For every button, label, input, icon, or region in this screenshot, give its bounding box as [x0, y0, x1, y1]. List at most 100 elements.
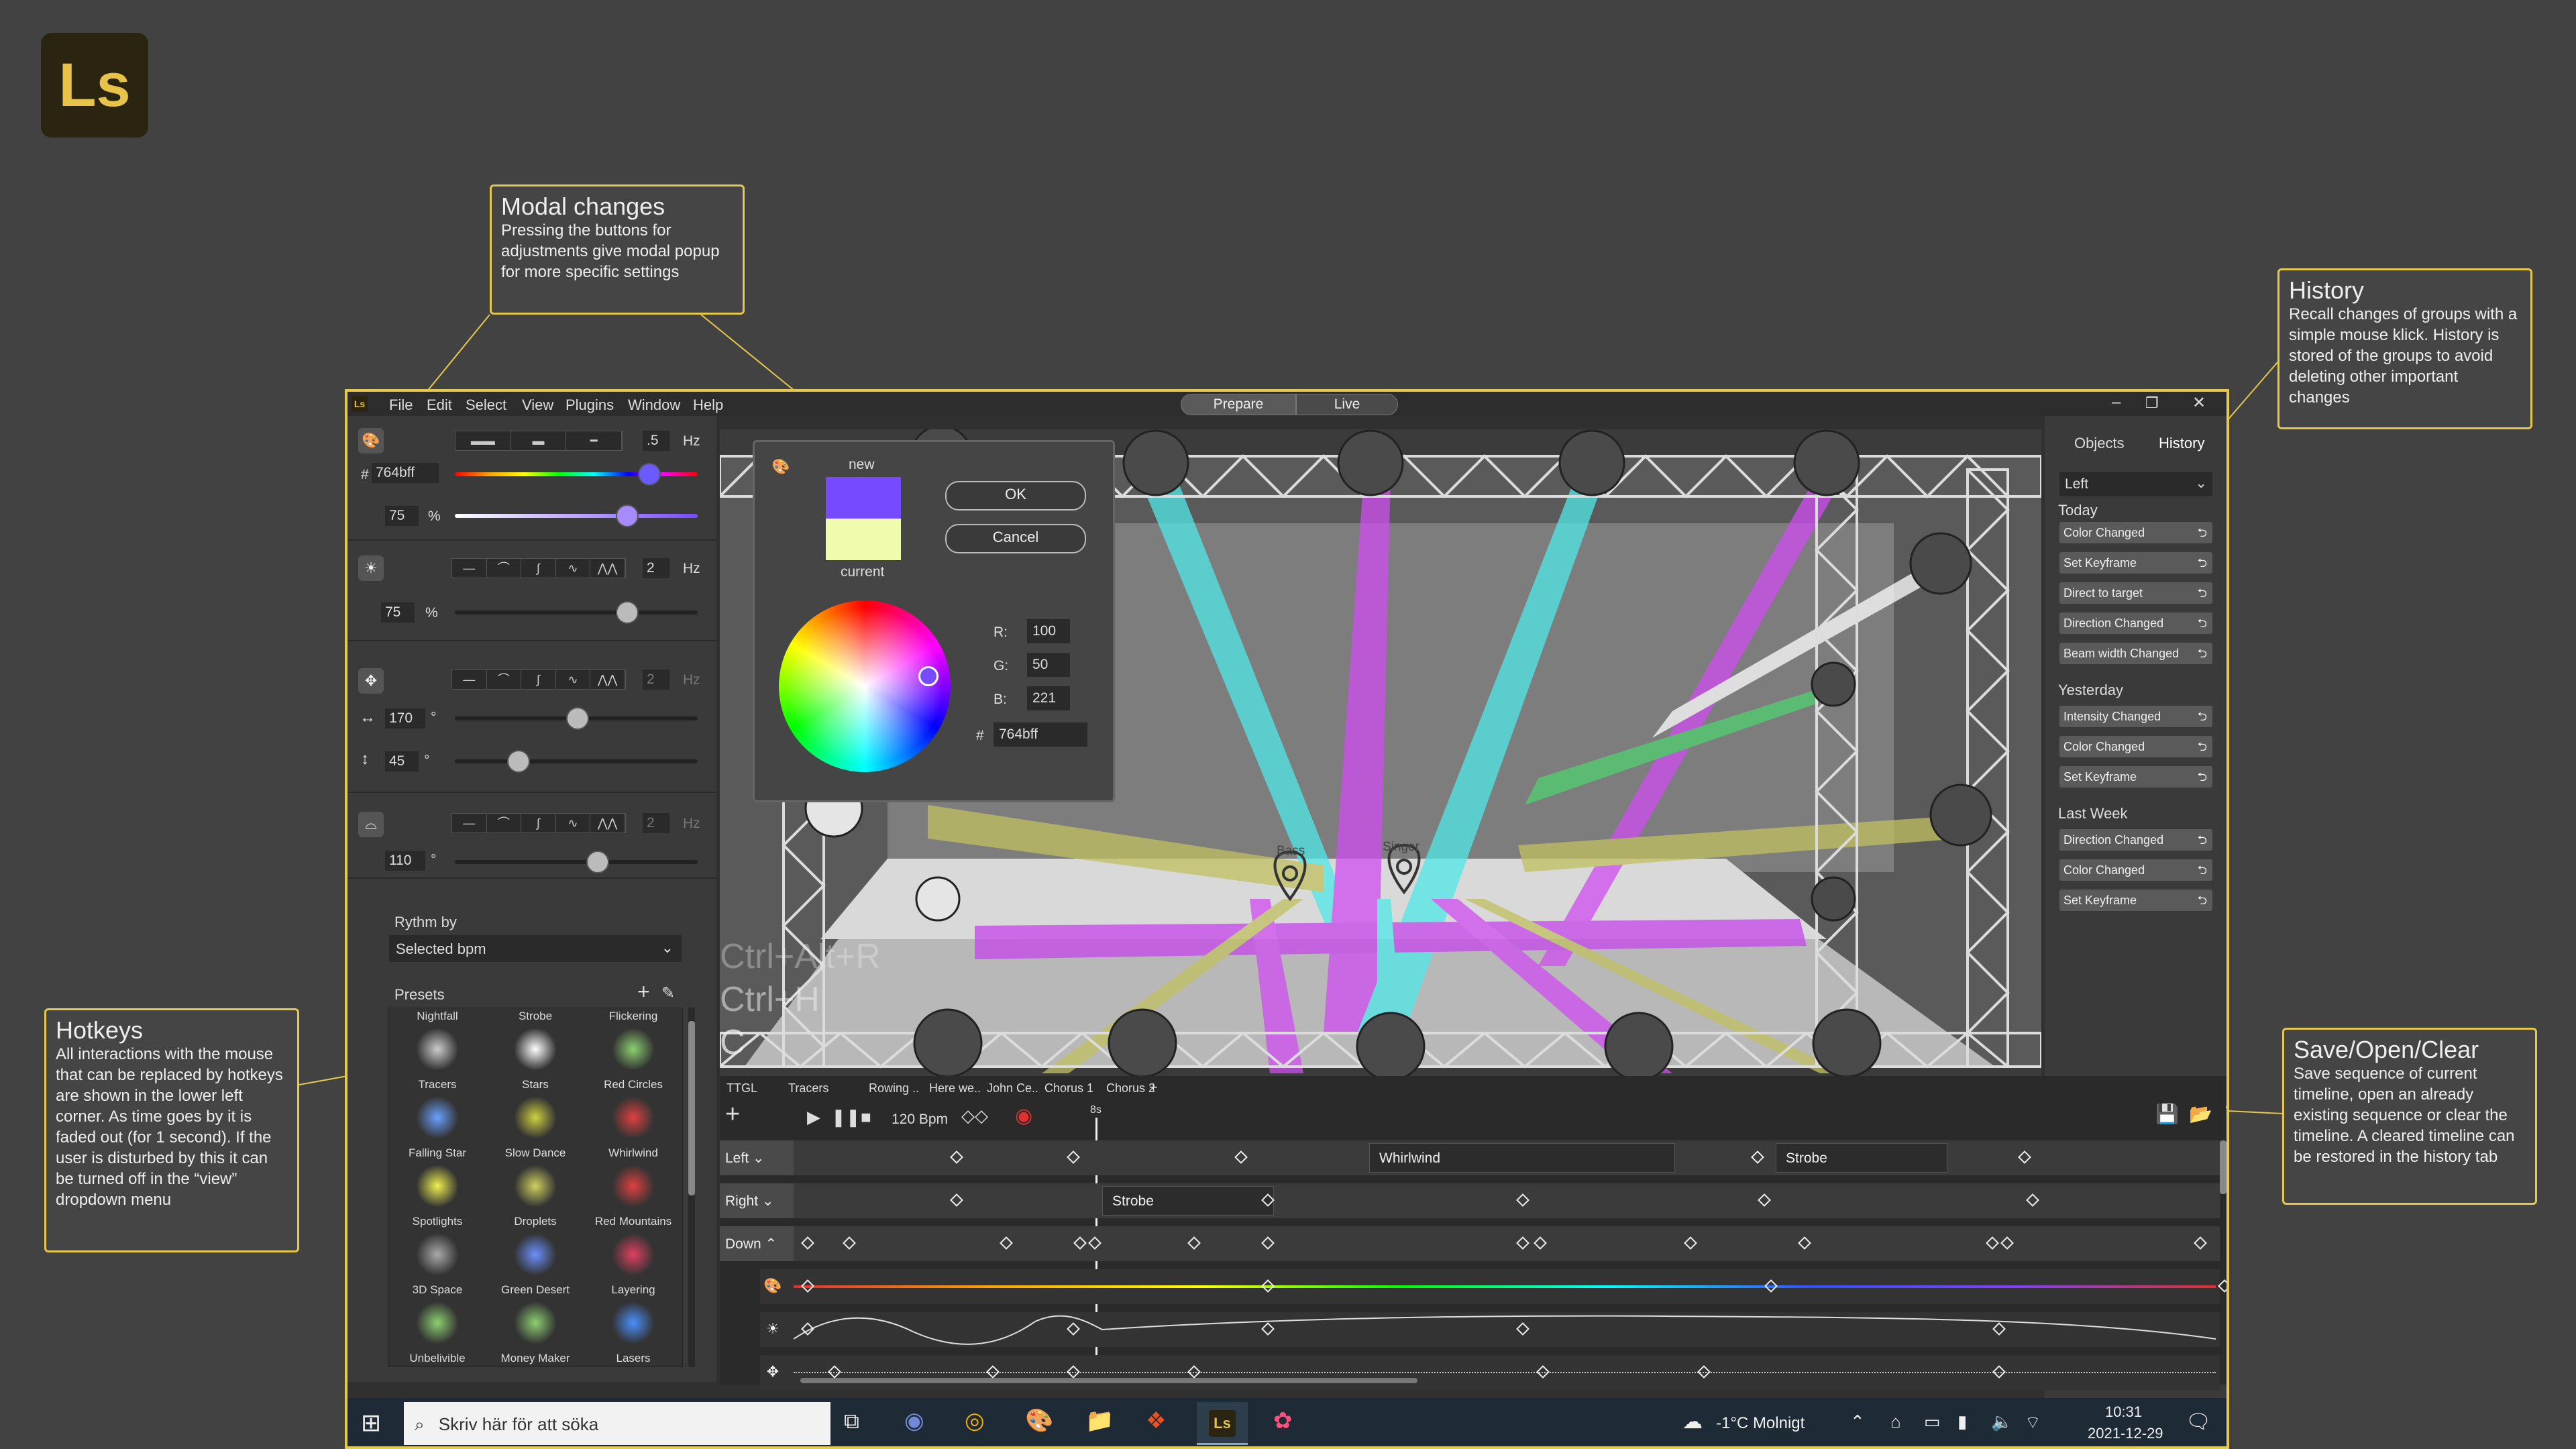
clip-strobe[interactable]: Strobe [1102, 1186, 1274, 1216]
weather-text[interactable]: -1°C Molnigt [1716, 1414, 1805, 1433]
palette-icon[interactable]: 🎨 [358, 428, 384, 453]
ok-button[interactable]: OK [945, 481, 1086, 511]
clock-date[interactable]: 2021-12-29 [2088, 1425, 2163, 1442]
mode-prepare[interactable]: Prepare [1181, 394, 1296, 415]
menu-edit[interactable]: Edit [427, 396, 452, 414]
stop-icon[interactable]: ■ [861, 1107, 871, 1128]
preset-tile[interactable]: Nightfall [388, 1010, 486, 1077]
restore-icon[interactable]: ❐ [2145, 394, 2159, 412]
history-item[interactable]: Color Changed [2059, 859, 2212, 882]
color-wheel[interactable] [779, 600, 951, 772]
clip-strobe[interactable]: Strobe [1776, 1143, 1947, 1173]
color-frequency-input[interactable]: .5 [643, 431, 669, 451]
preset-tile[interactable]: Whirlwind [584, 1146, 682, 1214]
tilt-input[interactable]: 45 [385, 751, 419, 771]
saturation-slider-knob[interactable] [616, 504, 639, 527]
beam-slider-knob[interactable] [586, 851, 609, 873]
file-explorer-icon[interactable]: 📁 [1085, 1407, 1114, 1434]
history-item[interactable]: Direction Changed [2059, 612, 2212, 635]
hue-slider[interactable] [455, 472, 698, 476]
sequence-tab[interactable]: Tracers [788, 1081, 828, 1095]
track-label[interactable]: Left ⌄ [720, 1140, 794, 1175]
mode-live[interactable]: Live [1296, 394, 1398, 415]
track-right[interactable]: Right ⌄ Strobe [720, 1183, 2220, 1218]
creative-cloud-icon[interactable]: ✿ [1273, 1407, 1293, 1434]
add-preset-icon[interactable]: + [637, 979, 650, 1004]
hue-slider-knob[interactable] [638, 463, 661, 486]
intensity-waveform-selector[interactable]: — ⌒ ∫ ∿ ⋀⋀ [451, 558, 626, 578]
intensity-slider[interactable] [455, 610, 698, 614]
open-folder-icon[interactable]: 📂 [2189, 1103, 2212, 1125]
preset-tile[interactable]: Strobe [486, 1010, 584, 1077]
tray-display-icon[interactable]: ▭ [1924, 1411, 1941, 1432]
preset-tile[interactable]: Flickering [584, 1010, 682, 1077]
menu-select[interactable]: Select [466, 396, 506, 414]
trash-icon[interactable]: 🗑 [2222, 1103, 2226, 1125]
history-item[interactable]: Color Changed [2059, 736, 2212, 759]
color-curve-lane[interactable]: 🎨 [760, 1269, 2220, 1304]
group-dropdown[interactable]: Left ⌄ [2059, 472, 2212, 496]
play-icon[interactable]: ▶ [807, 1107, 820, 1128]
save-icon[interactable]: 💾 [2155, 1103, 2179, 1125]
movement-waveform-selector[interactable]: — ⌒ ∫ ∿ ⋀⋀ [451, 669, 626, 690]
preset-tile[interactable]: Slow Dance [486, 1146, 584, 1214]
track-label[interactable]: Down ⌃ [720, 1226, 794, 1261]
tilt-slider[interactable] [455, 759, 698, 763]
preset-tile[interactable]: Falling Star [388, 1146, 486, 1214]
preset-tile[interactable]: Red Circles [584, 1078, 682, 1145]
record-icon[interactable]: ◉ [1015, 1104, 1032, 1128]
discord-icon[interactable]: ◉ [904, 1407, 924, 1434]
beam-waveform-selector[interactable]: — ⌒ ∫ ∿ ⋀⋀ [451, 813, 626, 833]
minimize-icon[interactable]: – [2112, 393, 2121, 412]
preset-scrollbar[interactable] [688, 1008, 695, 1367]
close-icon[interactable]: ✕ [2192, 393, 2206, 413]
red-input[interactable]: 100 [1027, 619, 1070, 643]
clip-whirlwind[interactable]: Whirlwind [1369, 1143, 1675, 1173]
move-icon[interactable]: ✥ [358, 668, 384, 694]
beam-frequency-input[interactable]: 2 [643, 813, 669, 833]
menu-window[interactable]: Window [628, 396, 680, 414]
tab-objects[interactable]: Objects [2074, 435, 2125, 452]
color-hex-input[interactable]: 764bff [372, 463, 439, 483]
beam-icon[interactable]: ⌓ [358, 812, 384, 837]
add-tab-icon[interactable]: + [1149, 1079, 1158, 1096]
menu-view[interactable]: View [522, 396, 553, 414]
beam-slider[interactable] [455, 860, 698, 864]
add-track-icon[interactable]: + [725, 1100, 740, 1129]
preset-tile[interactable]: Red Mountains [584, 1215, 682, 1282]
history-item[interactable]: Direction Changed [2059, 829, 2212, 852]
color-saturation-input[interactable]: 75 [385, 506, 419, 526]
history-item[interactable]: Direct to target [2059, 582, 2212, 605]
track-label[interactable]: Right ⌄ [720, 1183, 794, 1218]
preset-tile[interactable]: Stars [486, 1078, 584, 1145]
menu-help[interactable]: Help [693, 396, 723, 414]
history-item[interactable]: Beam width Changed [2059, 643, 2212, 665]
timeline-horizontal-scrollbar[interactable] [800, 1378, 1417, 1383]
notification-icon[interactable]: 🗨 [2186, 1410, 2211, 1434]
intensity-slider-knob[interactable] [616, 601, 639, 624]
pan-slider-knob[interactable] [566, 707, 589, 730]
pause-icon[interactable]: ❚❚ [831, 1107, 861, 1128]
green-input[interactable]: 50 [1027, 653, 1070, 677]
saturation-slider[interactable] [455, 514, 698, 518]
wifi-icon[interactable]: ⌔ [2025, 1411, 2041, 1434]
preset-tile[interactable]: Layering [584, 1283, 682, 1350]
paint-icon[interactable]: 🎨 [1025, 1407, 1053, 1434]
preset-tile[interactable]: Spotlights [388, 1215, 486, 1282]
sequence-tab[interactable]: Chorus 2 [1106, 1081, 1155, 1095]
tab-history[interactable]: History [2159, 435, 2204, 452]
battery-icon[interactable]: ▮ [1957, 1411, 1967, 1432]
sequence-tab[interactable]: Chorus 1 [1044, 1081, 1093, 1095]
intensity-input[interactable]: 75 [381, 602, 415, 623]
keyframe-nav-icon[interactable]: ◇◇ [961, 1106, 988, 1126]
history-item[interactable]: Color Changed [2059, 522, 2212, 545]
edit-preset-icon[interactable]: ✎ [661, 983, 675, 1003]
track-left[interactable]: Left ⌄ Whirlwind Strobe [720, 1140, 2220, 1175]
color-wheel-handle[interactable] [918, 666, 938, 686]
preset-tile[interactable]: Green Desert [486, 1283, 584, 1350]
menu-file[interactable]: File [389, 396, 413, 414]
figma-icon[interactable]: ❖ [1146, 1407, 1166, 1434]
clock-time[interactable]: 10:31 [2105, 1403, 2142, 1421]
chrome-icon[interactable]: ◎ [965, 1407, 985, 1434]
sequence-tab[interactable]: Rowing .. [869, 1081, 919, 1095]
